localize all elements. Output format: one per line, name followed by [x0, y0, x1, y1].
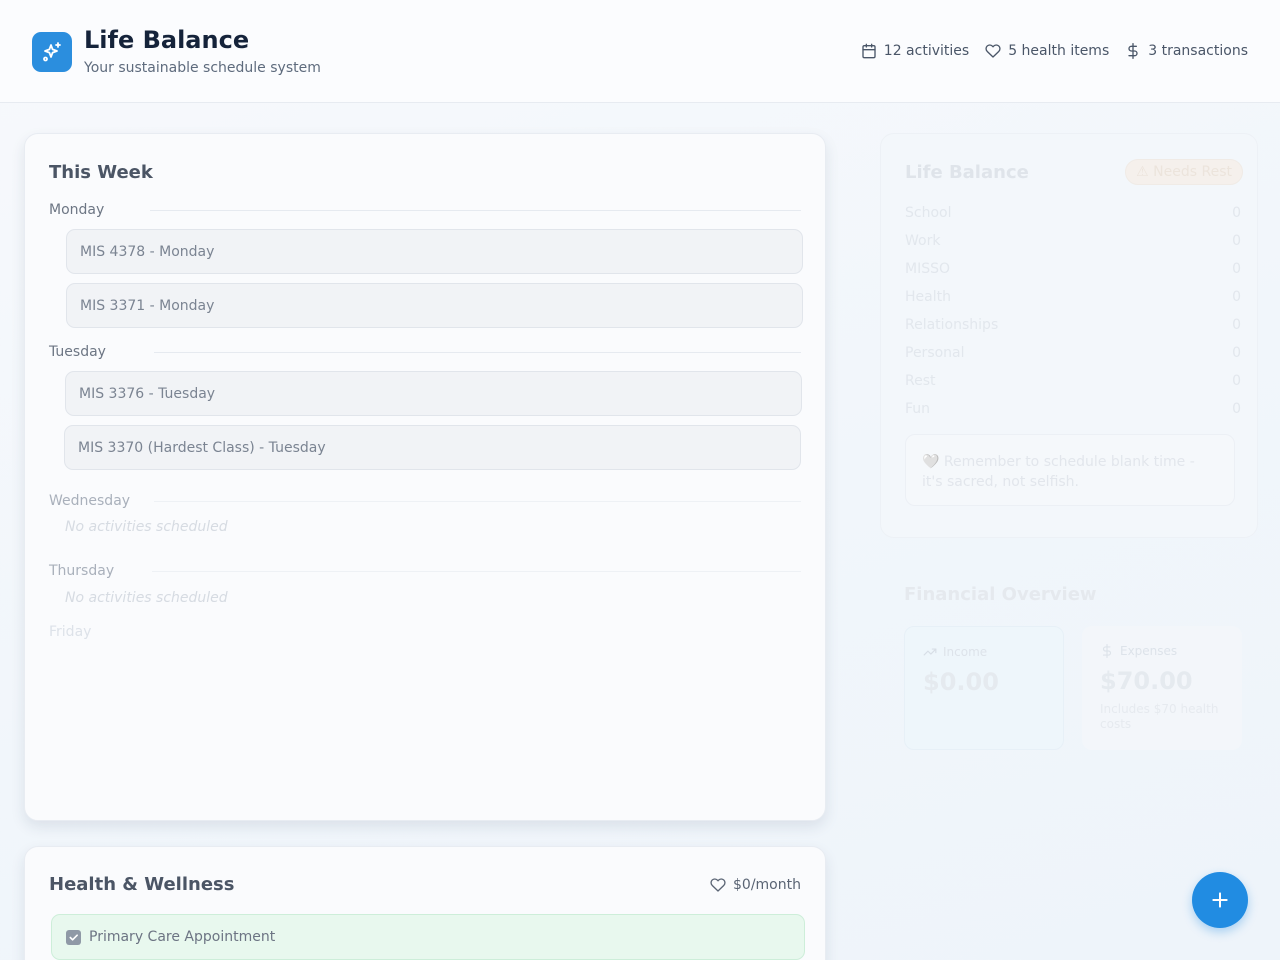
balance-row-misso: MISSO 0 [905, 259, 1241, 279]
trending-up-icon [923, 648, 937, 656]
income-box: Income $0.00 [904, 626, 1064, 750]
category-name: School [905, 205, 952, 221]
category-value: 0 [1232, 345, 1241, 361]
health-cost: $0/month [710, 877, 801, 893]
day-header-wednesday: Wednesday [49, 491, 801, 511]
empty-day-text: No activities scheduled [65, 590, 228, 606]
heart-icon [710, 878, 726, 892]
category-name: Health [905, 289, 951, 305]
category-name: Personal [905, 345, 965, 361]
calendar-icon [862, 43, 876, 59]
balance-row-rest: Rest 0 [905, 371, 1241, 391]
activity-item[interactable]: MIS 3376 - Tuesday [65, 371, 802, 416]
health-cost-label: $0/month [733, 877, 801, 893]
app-header: Life Balance Your sustainable schedule s… [0, 0, 1280, 103]
balance-row-relationships: Relationships 0 [905, 315, 1241, 335]
sparkles-icon [32, 32, 72, 72]
activity-item[interactable]: MIS 3371 - Monday [66, 283, 803, 328]
category-name: Rest [905, 373, 936, 389]
expenses-label: Expenses [1120, 644, 1178, 658]
day-label: Thursday [49, 563, 115, 579]
category-value: 0 [1232, 373, 1241, 389]
this-week-card: This Week Monday MIS 4378 - Monday MIS 3… [24, 133, 826, 821]
dollar-icon [1102, 644, 1112, 658]
health-item-label: Primary Care Appointment [89, 929, 276, 945]
empty-day-text: No activities scheduled [65, 519, 228, 535]
expenses-box: Expenses $70.00 Includes $70 health cost… [1082, 626, 1242, 750]
category-value: 0 [1232, 205, 1241, 221]
rest-reminder: 🤍 Remember to schedule blank time - it's… [905, 434, 1235, 506]
activities-count: 12 activities [883, 43, 970, 59]
income-label-row: Income [923, 645, 1045, 659]
day-header-thursday: Thursday [49, 561, 801, 581]
day-label: Friday [49, 624, 92, 640]
this-week-title: This Week [49, 162, 153, 183]
category-value: 0 [1232, 289, 1241, 305]
financial-overview-title: Financial Overview [904, 584, 1097, 605]
health-items-stat: 5 health items [985, 43, 1109, 59]
add-button[interactable] [1192, 872, 1248, 928]
health-items-count: 5 health items [1008, 43, 1110, 59]
balance-row-personal: Personal 0 [905, 343, 1241, 363]
health-item[interactable]: Primary Care Appointment [51, 914, 805, 960]
day-header-monday: Monday [49, 200, 801, 220]
dollar-icon [1128, 43, 1138, 59]
day-header-tuesday: Tuesday [49, 342, 801, 362]
category-name: Work [905, 233, 941, 249]
income-label: Income [943, 645, 988, 659]
financial-overview-card: Financial Overview Income $0.00 Expenses… [880, 558, 1258, 788]
day-label: Tuesday [49, 344, 106, 360]
category-value: 0 [1232, 233, 1241, 249]
category-name: MISSO [905, 261, 951, 277]
header-stats: 12 activities 5 health items 3 transacti… [861, 43, 1248, 59]
app-subtitle: Your sustainable schedule system [84, 60, 321, 76]
income-amount: $0.00 [923, 668, 999, 696]
balance-row-fun: Fun 0 [905, 399, 1241, 419]
balance-row-health: Health 0 [905, 287, 1241, 307]
transactions-count: 3 transactions [1148, 43, 1248, 59]
needs-rest-badge: ⚠ Needs Rest [1125, 159, 1243, 185]
life-balance-title: Life Balance [905, 162, 1029, 183]
health-wellness-title: Health & Wellness [49, 874, 235, 895]
category-name: Fun [905, 401, 931, 417]
app-title: Life Balance [84, 26, 250, 54]
category-value: 0 [1232, 261, 1241, 277]
activity-item[interactable]: MIS 4378 - Monday [66, 229, 803, 274]
checkbox-checked-icon[interactable] [66, 929, 81, 945]
balance-row-work: Work 0 [905, 231, 1241, 251]
category-value: 0 [1232, 317, 1241, 333]
expenses-amount: $70.00 [1100, 667, 1193, 695]
day-label: Monday [49, 202, 105, 218]
category-value: 0 [1232, 401, 1241, 417]
day-label: Wednesday [49, 493, 131, 509]
life-balance-card: Life Balance ⚠ Needs Rest School 0 Work 0 … [880, 133, 1258, 538]
expenses-label-row: Expenses [1100, 644, 1224, 658]
plus-icon [1212, 892, 1228, 908]
heart-icon [985, 44, 1001, 58]
activities-stat: 12 activities [861, 43, 969, 59]
activity-item[interactable]: MIS 3370 (Hardest Class) - Tuesday [64, 425, 801, 470]
category-name: Relationships [905, 317, 999, 333]
balance-row-school: School 0 [905, 203, 1241, 223]
expenses-note: Includes $70 health costs [1100, 702, 1219, 731]
health-wellness-card: Health & Wellness $0/month Primary Care … [24, 846, 826, 960]
transactions-stat: 3 transactions [1125, 43, 1248, 59]
day-header-friday: Friday [49, 622, 801, 642]
